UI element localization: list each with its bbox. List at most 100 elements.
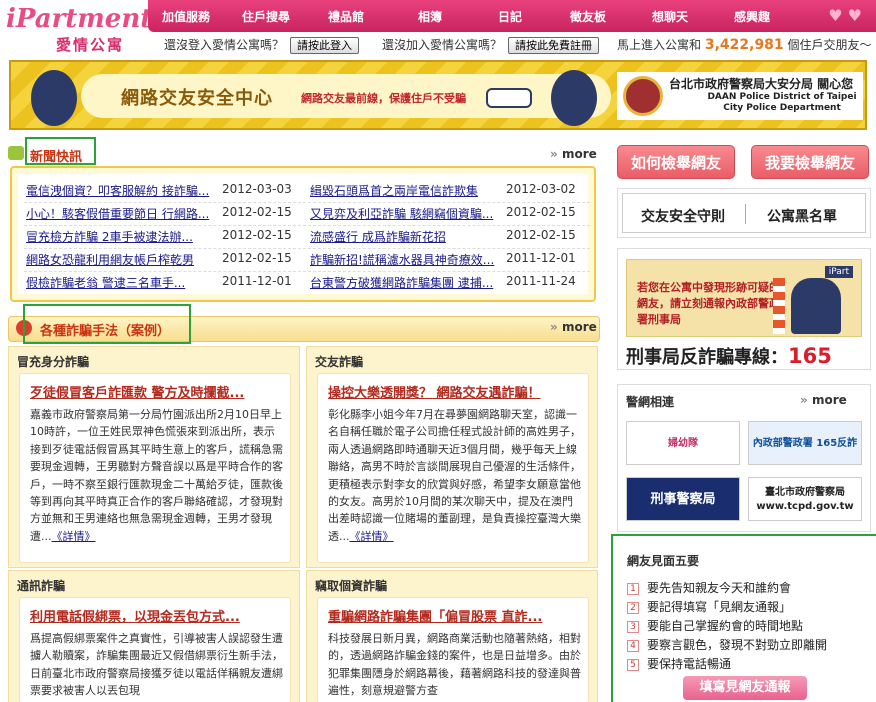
link-logo-165[interactable]: 內政部警政署 165反詐騙專線 — [748, 421, 862, 493]
login-prompt: 還沒登入愛情公寓嗎？ — [164, 38, 285, 52]
banner-org-name: 台北市政府警察局大安分局 關心您 — [669, 77, 854, 91]
scam-more-link[interactable]: » more — [550, 320, 597, 334]
police-mascot-icon — [31, 70, 77, 126]
news-headline-link[interactable]: 流感盛行 成爲詐騙新花招 — [310, 228, 496, 245]
row-divider — [24, 225, 590, 226]
card-body: 歹徒假冒客戶詐匯款 警方及時攔截... 嘉義市政府警察局第一分局竹園派出所2月1… — [19, 373, 291, 563]
detail-link[interactable]: 《詳情》 — [52, 530, 96, 543]
card-text: 彰化縣李小姐今年7月在尋夢園網路聊天室，認識一名自稱任職於電子公司擔任程式設計師… — [328, 408, 581, 543]
card-text: 科技發展日新月異，網路商業活動也隨著熱絡，相對的，透過網路詐騙金錢的案件，也是日… — [328, 632, 581, 698]
news-date: 2011-12-01 — [506, 251, 576, 265]
safety-banner[interactable]: 網路交友安全中心 網路交友最前線，保護住戶不受騙 台北市政府警察局大安分局 關心… — [9, 60, 867, 130]
news-date: 2012-02-15 — [506, 205, 576, 219]
news-headline-link[interactable]: 電信洩個資？叩客服解約 接詐騙... — [26, 182, 212, 199]
police-mascot-icon — [551, 70, 597, 126]
card-headline-link[interactable]: 重騙網路詐騙集團「偏冒股票 直詐... — [328, 606, 580, 625]
news-date: 2011-12-01 — [222, 274, 292, 288]
scam-card-identity: 冒充身分詐騙 歹徒假冒客戶詐匯款 警方及時攔截... 嘉義市政府警察局第一分局竹… — [8, 346, 300, 568]
heart-icon: ♥ ♥ — [828, 6, 862, 25]
rules-inner: 交友安全守則 公寓黑名單 — [622, 193, 866, 233]
news-date: 2011-11-24 — [506, 274, 576, 288]
blacklist-link[interactable]: 公寓黑名單 — [767, 206, 837, 226]
news-headline-link[interactable]: 網路女恐龍利用網友帳戶榨乾男 — [26, 251, 212, 268]
hotline-text: 刑事局反詐騙專線：165 — [626, 344, 832, 368]
nav-item-diary[interactable]: 日記 — [498, 8, 522, 25]
nav-item-albums[interactable]: 相簿 — [418, 8, 442, 25]
banner-org: 台北市政府警察局大安分局 關心您 DAAN Police District of… — [617, 72, 863, 120]
card-category: 竊取個資詐騙 — [315, 579, 388, 593]
register-button[interactable]: 請按此免費註冊 — [508, 37, 599, 54]
news-date: 2012-02-15 — [222, 228, 292, 242]
card-body: 利用電話假綁票，以現金丟包方式... 爲提高假綁票案件之真實性，引導被害人誤認發… — [19, 597, 291, 702]
row-divider — [24, 271, 590, 272]
highlight-box — [25, 137, 96, 165]
card-headline-link[interactable]: 歹徒假冒客戶詐匯款 警方及時攔截... — [30, 382, 282, 401]
link-logo-tcpd[interactable]: 臺北市政府警察局 www.tcpd.gov.tw — [748, 477, 862, 521]
news-headline-link[interactable]: 又見弈及利亞詐騙 駭網竊個資騙... — [310, 205, 496, 222]
main-nav: 加值服務 住戶搜尋 禮品館 相簿 日記 徵友板 想聊天 感興趣 ♥ ♥ — [148, 0, 876, 32]
nav-item-search[interactable]: 住戶搜尋 — [242, 8, 290, 25]
news-headline-link[interactable]: 假檢詐騙老翁 警逮三名車手... — [26, 274, 212, 291]
card-category: 通訊詐騙 — [17, 579, 66, 593]
nav-item-vip[interactable]: 加值服務 — [162, 8, 210, 25]
links-title: 警網相連 — [626, 395, 675, 409]
safety-rules-link[interactable]: 交友安全守則 — [641, 206, 725, 226]
card-body: 操控大樂透開獎？ 網路交友遇詐騙！ 彰化縣李小姐今年7月在尋夢園網路聊天室，認識… — [317, 373, 589, 563]
hotline-ad[interactable]: 若您在公寓中發現形跡可疑的網友，請立刻通報內政部警政署刑事局 iPart — [626, 259, 862, 337]
scam-card-data-theft: 竊取個資詐騙 重騙網路詐騙集團「偏冒股票 直詐... 科技發展日新月異，網路商業… — [306, 570, 598, 702]
news-row: 電信洩個資？叩客服解約 接詐騙... 2012-03-03 緝毀石頭爲首之兩岸電信詐… — [18, 182, 588, 204]
scam-card-telecom: 通訊詐騙 利用電話假綁票，以現金丟包方式... 爲提高假綁票案件之真實性，引導被… — [8, 570, 300, 702]
news-headline-link[interactable]: 緝毀石頭爲首之兩岸電信詐欺集 — [310, 182, 496, 199]
logo-text: iPartment — [6, 4, 153, 34]
chat-bubble-icon — [8, 146, 24, 160]
banner-title: 網路交友安全中心 — [121, 88, 273, 109]
news-list: 電信洩個資？叩客服解約 接詐騙... 2012-03-03 緝毀石頭爲首之兩岸電信詐… — [18, 174, 590, 296]
news-date: 2012-03-02 — [506, 182, 576, 196]
detail-link[interactable]: 《詳情》 — [350, 530, 394, 543]
row-divider — [24, 202, 590, 203]
news-more-link[interactable]: » more — [550, 147, 597, 161]
news-headline-link[interactable]: 小心！駭客假借重要節日 行網路... — [26, 205, 212, 222]
nav-item-gifts[interactable]: 禮品館 — [328, 8, 364, 25]
card-headline-link[interactable]: 操控大樂透開獎？ 網路交友遇詐騙！ — [328, 382, 580, 401]
login-button[interactable]: 請按此登入 — [290, 37, 359, 54]
member-count-text: 馬上進入公寓和 3,422,981 個住戶交朋友～ — [617, 37, 872, 53]
nav-item-board[interactable]: 徵友板 — [570, 8, 606, 25]
hotline-number: 165 — [788, 344, 832, 368]
hotline-ad-text: 若您在公寓中發現形跡可疑的網友，請立刻通報內政部警政署刑事局 — [637, 281, 780, 326]
police-emblem-icon — [623, 76, 663, 116]
news-date: 2012-02-15 — [222, 205, 292, 219]
header: iPartment 愛情公寓 加值服務 住戶搜尋 禮品館 相簿 日記 徵友板 想… — [0, 0, 876, 60]
links-more-link[interactable]: » more — [800, 393, 847, 407]
rules-panel: 交友安全守則 公寓黑名單 — [617, 188, 871, 238]
hotline-panel: 若您在公寓中發現形跡可疑的網友，請立刻通報內政部警政署刑事局 iPart 刑事局… — [617, 248, 871, 370]
nav-item-chat[interactable]: 想聊天 — [652, 8, 688, 25]
news-headline-link[interactable]: 詐騙新招!謊稱濾水器具神奇療效... — [310, 251, 496, 268]
nav-item-interest[interactable]: 感興趣 — [734, 8, 770, 25]
site-logo[interactable]: iPartment 愛情公寓 — [6, 4, 156, 56]
news-row: 假檢詐騙老翁 警逮三名車手... 2011-12-01 台東警方破獲網路詐騙集團 逮… — [18, 274, 588, 296]
link-logo-women-children[interactable]: 婦幼隊 — [626, 421, 740, 465]
news-headline-link[interactable]: 冒充檢方詐騙 2車手被逮法辦... — [26, 228, 212, 245]
card-text: 嘉義市政府警察局第一分局竹園派出所2月10日早上10時許，一位王姓民眾神色慌張來… — [30, 408, 283, 543]
banner-subtitle: 網路交友最前線，保護住戶不受騙 — [301, 92, 466, 105]
link-logo-cib[interactable]: 刑事警察局 — [626, 477, 740, 521]
news-headline-link[interactable]: 台東警方破獲網路詐騙集團 逮捕... — [310, 274, 496, 291]
highlight-box — [23, 304, 191, 344]
card-text: 爲提高假綁票案件之真實性，引導被害人誤認發生遭擄人勒贖案，詐騙集團最近又假借綁票… — [30, 632, 283, 698]
member-count: 3,422,981 — [704, 37, 784, 53]
news-row: 冒充檢方詐騙 2車手被逮法辦... 2012-02-15 流感盛行 成爲詐騙新花招 2… — [18, 228, 588, 250]
card-headline-link[interactable]: 利用電話假綁票，以現金丟包方式... — [30, 606, 282, 625]
news-panel: 電信洩個資？叩客服解約 接詐騙... 2012-03-03 緝毀石頭爲首之兩岸電信詐… — [10, 166, 596, 302]
highlight-box — [611, 534, 876, 702]
scam-card-dating: 交友詐騙 操控大樂透開獎？ 網路交友遇詐騙！ 彰化縣李小姐今年7月在尋夢園網路聊… — [306, 346, 598, 568]
report-now-button[interactable]: 我要檢舉網友 — [751, 145, 869, 179]
report-how-button[interactable]: 如何檢舉網友 — [617, 145, 735, 179]
row-divider — [24, 248, 590, 249]
traffic-cone-icon — [773, 278, 785, 334]
card-category: 冒充身分詐騙 — [17, 355, 90, 369]
divider — [745, 204, 746, 224]
police-links-panel: 警網相連 » more 婦幼隊 內政部警政署 165反詐騙專線 刑事警察局 臺北… — [617, 384, 871, 532]
logo-subtitle: 愛情公寓 — [56, 36, 125, 54]
card-body: 重騙網路詐騙集團「偏冒股票 直詐... 科技發展日新月異，網路商業活動也隨著熱絡… — [317, 597, 589, 702]
